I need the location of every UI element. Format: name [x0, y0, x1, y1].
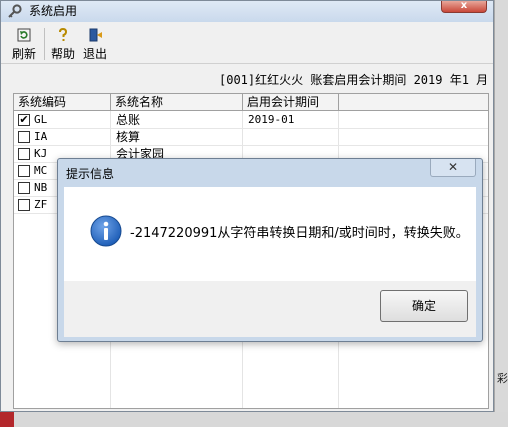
exit-button[interactable]: 退出	[81, 27, 109, 63]
enable-checkbox[interactable]	[18, 148, 30, 160]
header-enable-period[interactable]: 启用会计期间	[243, 94, 339, 110]
exit-door-icon	[89, 28, 102, 42]
enable-checkbox[interactable]	[18, 182, 30, 194]
background-taskbar-strip	[0, 412, 508, 427]
system-code-cell: NB	[34, 181, 48, 194]
account-period-info: [001]红红火火 账套启用会计期间 2019 年1 月	[219, 73, 489, 87]
dialog-message-area: -2147220991从字符串转换日期和/或时间时，转换失败。	[64, 187, 476, 281]
help-icon	[59, 27, 68, 41]
window-title: 系统启用	[29, 4, 78, 18]
toolbar-separator	[44, 28, 45, 60]
toolbar: 刷新 帮助 退出	[1, 22, 493, 64]
table-row[interactable]: IA 核算	[14, 129, 488, 146]
table-row[interactable]: ✔ GL 总账 2019-01	[14, 112, 488, 129]
header-system-name[interactable]: 系统名称	[111, 94, 243, 110]
ok-button[interactable]: 确定	[380, 290, 468, 322]
system-code-cell: MC	[34, 164, 48, 177]
info-icon	[90, 215, 122, 247]
enable-checkbox[interactable]: ✔	[18, 114, 30, 126]
info-dialog: 提示信息 ✕ -2147220991从字符串转换日期和/或时间时，转换失败。 确…	[57, 158, 483, 342]
title-bar: 系统启用 x	[1, 1, 493, 22]
window-close-button[interactable]: x	[441, 1, 487, 13]
header-system-code[interactable]: 系统编码	[14, 94, 111, 110]
system-code-cell: GL	[34, 113, 48, 126]
enable-period-cell: 2019-01	[248, 113, 295, 126]
background-window-edge	[494, 0, 508, 427]
refresh-label: 刷新	[11, 47, 36, 61]
enable-checkbox[interactable]	[18, 131, 30, 143]
background-text-fragment: 彩	[497, 372, 508, 385]
system-code-cell: IA	[34, 130, 48, 143]
dialog-close-button[interactable]: ✕	[430, 159, 476, 177]
dialog-title: 提示信息	[66, 167, 115, 181]
table-header: 系统编码 系统名称 启用会计期间	[14, 94, 488, 111]
system-code-cell: ZF	[34, 198, 48, 211]
enable-checkbox[interactable]	[18, 199, 30, 211]
key-icon	[7, 4, 22, 19]
system-code-cell: KJ	[34, 147, 48, 160]
system-name-cell: 总账	[116, 113, 141, 127]
dialog-body: -2147220991从字符串转换日期和/或时间时，转换失败。 确定	[64, 187, 476, 337]
enable-checkbox[interactable]	[18, 165, 30, 177]
help-button[interactable]: 帮助	[49, 27, 77, 63]
refresh-icon	[17, 28, 31, 42]
dialog-message: -2147220991从字符串转换日期和/或时间时，转换失败。	[130, 226, 469, 241]
help-label: 帮助	[50, 47, 75, 61]
system-name-cell: 核算	[116, 130, 141, 144]
exit-label: 退出	[82, 47, 107, 61]
refresh-button[interactable]: 刷新	[9, 27, 39, 63]
